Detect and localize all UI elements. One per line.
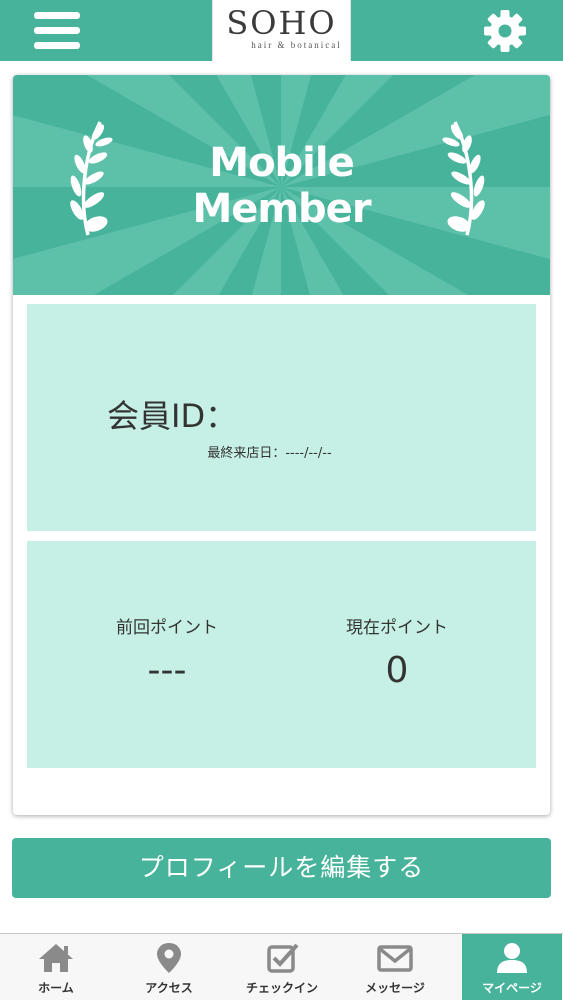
banner-title: Mobile Member <box>13 140 550 232</box>
member-card: Mobile Member 会員ID： 最終来店日：----/--/-- 前回ポ… <box>13 75 550 815</box>
last-visit-date: 最終来店日：----/--/-- <box>27 442 536 461</box>
points-panel: 前回ポイント --- 現在ポイント 0 <box>27 541 536 768</box>
tab-access[interactable]: アクセス <box>119 934 219 1000</box>
tab-mypage[interactable]: マイページ <box>462 934 562 1000</box>
current-points-value: 0 <box>385 650 409 691</box>
hamburger-menu-icon[interactable] <box>34 11 81 51</box>
app-header: SOHO hair & botanical <box>0 0 563 61</box>
tab-home[interactable]: ホーム <box>6 934 106 1000</box>
map-pin-icon <box>157 943 181 973</box>
bottom-tab-bar: ホーム アクセス チェックイン メッセージ マイページ <box>0 933 563 1000</box>
banner-title-line1: Mobile <box>209 140 354 186</box>
tab-message[interactable]: メッセージ <box>345 934 445 1000</box>
user-icon <box>497 943 527 973</box>
edit-profile-button[interactable]: プロフィールを編集する <box>12 838 551 898</box>
envelope-icon <box>377 945 413 972</box>
mobile-member-banner: Mobile Member <box>13 75 550 295</box>
last-visit-text: 最終来店日：----/--/-- <box>207 446 332 461</box>
checkin-icon <box>267 943 299 973</box>
tab-checkin[interactable]: チェックイン <box>232 934 332 1000</box>
tab-home-label: ホーム <box>38 981 74 995</box>
tab-access-label: アクセス <box>145 981 193 995</box>
current-points: 現在ポイント 0 <box>282 613 512 691</box>
member-id-panel: 会員ID： 最終来店日：----/--/-- <box>27 304 536 531</box>
banner-title-line2: Member <box>192 186 371 232</box>
previous-points-value: --- <box>147 650 187 691</box>
tab-mypage-label: マイページ <box>482 981 542 995</box>
tab-checkin-label: チェックイン <box>245 981 318 995</box>
member-id-label: 会員ID： <box>107 397 238 435</box>
logo-text: SOHO <box>226 4 337 42</box>
previous-points-label: 前回ポイント <box>116 618 218 638</box>
current-points-label: 現在ポイント <box>346 618 448 638</box>
logo[interactable]: SOHO hair & botanical <box>212 0 351 61</box>
home-icon <box>39 944 73 972</box>
gear-icon[interactable] <box>482 8 528 54</box>
previous-points: 前回ポイント --- <box>52 613 282 691</box>
tab-message-label: メッセージ <box>365 981 425 995</box>
